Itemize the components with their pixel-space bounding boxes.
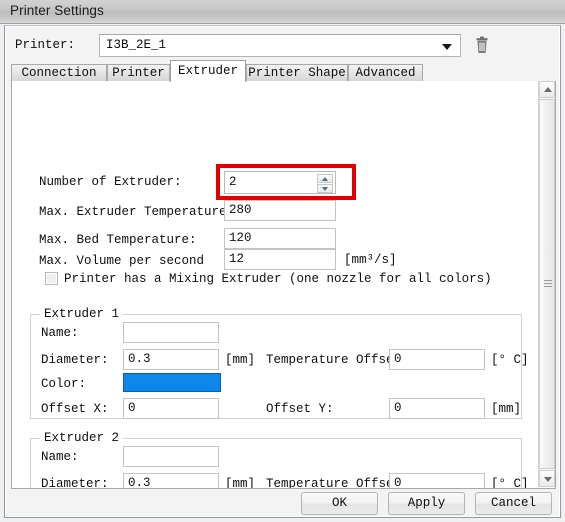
trash-icon[interactable] xyxy=(473,36,491,56)
max-bed-temperature-label: Max. Bed Temperature: xyxy=(39,233,197,247)
window-title: Printer Settings xyxy=(10,3,104,18)
max-bed-temperature-value: 120 xyxy=(229,231,252,245)
mixing-extruder-label: Printer has a Mixing Extruder (one nozzl… xyxy=(64,272,492,286)
extruder-1-temp-offset-value: 0 xyxy=(394,352,402,366)
printer-settings-window: Printer Settings Printer: I3B_2E_1 Conne… xyxy=(0,0,565,522)
extruder-1-color-swatch[interactable] xyxy=(123,373,221,392)
max-extruder-temperature-label: Max. Extruder Temperature: xyxy=(39,205,235,219)
stepper-buttons xyxy=(317,174,333,193)
tabstrip: Connection Printer Extruder Printer Shap… xyxy=(11,60,556,82)
extruder-1-name-label: Name: xyxy=(41,326,79,340)
extruder-2-temp-offset-value: 0 xyxy=(394,476,402,489)
extruder-2-diameter-input[interactable]: 0.3 xyxy=(123,473,219,489)
extruder-1-name-input[interactable] xyxy=(123,322,219,343)
extruder-2-diameter-label: Diameter: xyxy=(41,477,109,489)
caret-up-icon xyxy=(544,87,552,92)
mixing-extruder-checkbox[interactable] xyxy=(45,272,58,285)
extruder-1-offset-x-input[interactable]: 0 xyxy=(123,398,219,419)
tab-printer[interactable]: Printer xyxy=(107,64,170,82)
dialog-button-bar: OK Apply Cancel xyxy=(5,492,560,519)
caret-down-icon xyxy=(544,477,552,482)
extruder-2-temp-offset-unit: [° C] xyxy=(491,477,529,489)
extruder-1-offset-y-input[interactable]: 0 xyxy=(389,398,485,419)
number-of-extruder-stepper[interactable]: 2 xyxy=(224,171,336,194)
caret-down-icon xyxy=(322,187,328,191)
extruder-1-offset-unit: [mm] xyxy=(491,402,522,416)
extruder-1-diameter-input[interactable]: 0.3 xyxy=(123,349,219,370)
number-of-extruder-label: Number of Extruder: xyxy=(39,175,182,189)
caret-up-icon xyxy=(322,177,328,181)
tab-extruder[interactable]: Extruder xyxy=(170,60,246,82)
dialog-frame: Printer: I3B_2E_1 Connection Printer Ext… xyxy=(4,25,561,518)
stepper-up-button[interactable] xyxy=(317,174,333,183)
max-volume-value: 12 xyxy=(229,252,245,266)
extruder-1-offset-y-label: Offset Y: xyxy=(266,402,334,416)
scroll-up-button[interactable] xyxy=(539,81,555,98)
extruder-1-title: Extruder 1 xyxy=(40,307,124,321)
extruder-1-group: Extruder 1 Name: Diameter: 0.3 [mm] Temp… xyxy=(30,307,529,419)
printer-select-row: Printer: I3B_2E_1 xyxy=(11,34,551,60)
extruder-1-offset-y-value: 0 xyxy=(394,401,402,415)
extruder-1-diameter-label: Diameter: xyxy=(41,353,109,367)
extruder-1-temp-offset-label: Temperature Offset: xyxy=(266,353,409,367)
extruder-tab-panel: Number of Extruder: 2 Max. Extruder Temp… xyxy=(11,81,556,489)
max-volume-input[interactable]: 12 xyxy=(224,249,336,270)
extruder-2-temp-offset-input[interactable]: 0 xyxy=(389,473,485,489)
extruder-1-temp-offset-unit: [° C] xyxy=(491,353,529,367)
extruder-1-color-label: Color: xyxy=(41,377,87,391)
extruder-2-title: Extruder 2 xyxy=(40,431,124,445)
extruder-2-temp-offset-label: Temperature Offset: xyxy=(266,477,409,489)
scrollbar-thumb[interactable] xyxy=(539,99,555,469)
cancel-button[interactable]: Cancel xyxy=(475,492,552,515)
scroll-down-button[interactable] xyxy=(539,470,555,487)
printer-label: Printer: xyxy=(15,38,76,52)
extruder-1-diameter-unit: [mm] xyxy=(225,353,256,367)
max-bed-temperature-input[interactable]: 120 xyxy=(224,228,336,249)
vertical-scrollbar[interactable] xyxy=(538,81,555,487)
printer-combobox-value: I3B_2E_1 xyxy=(106,38,167,52)
chevron-down-icon xyxy=(442,44,452,50)
printer-combobox[interactable]: I3B_2E_1 xyxy=(99,34,461,57)
extruder-2-group: Extruder 2 Name: Diameter: 0.3 [mm] Temp… xyxy=(30,431,529,489)
extruder-1-offset-x-value: 0 xyxy=(128,401,136,415)
extruder-2-diameter-value: 0.3 xyxy=(128,476,151,489)
tab-printer-shape[interactable]: Printer Shape xyxy=(246,64,348,82)
extruder-1-diameter-value: 0.3 xyxy=(128,352,151,366)
max-volume-unit: [mm³/s] xyxy=(344,253,397,267)
max-volume-label: Max. Volume per second xyxy=(39,254,205,268)
number-of-extruder-value: 2 xyxy=(229,175,237,189)
apply-button[interactable]: Apply xyxy=(388,492,465,515)
extruder-1-offset-x-label: Offset X: xyxy=(41,402,109,416)
ok-button[interactable]: OK xyxy=(301,492,378,515)
window-titlebar: Printer Settings xyxy=(0,0,565,24)
max-extruder-temperature-value: 280 xyxy=(229,203,252,217)
extruder-2-name-input[interactable] xyxy=(123,446,219,467)
extruder-1-temp-offset-input[interactable]: 0 xyxy=(389,349,485,370)
stepper-down-button[interactable] xyxy=(317,184,333,193)
scrollbar-grip-icon xyxy=(544,280,552,288)
tab-connection[interactable]: Connection xyxy=(11,64,107,82)
max-extruder-temperature-input[interactable]: 280 xyxy=(224,200,336,221)
extruder-2-name-label: Name: xyxy=(41,450,79,464)
tab-advanced[interactable]: Advanced xyxy=(348,64,423,82)
extruder-2-diameter-unit: [mm] xyxy=(225,477,256,489)
extruder-tab-content: Number of Extruder: 2 Max. Extruder Temp… xyxy=(12,81,539,489)
